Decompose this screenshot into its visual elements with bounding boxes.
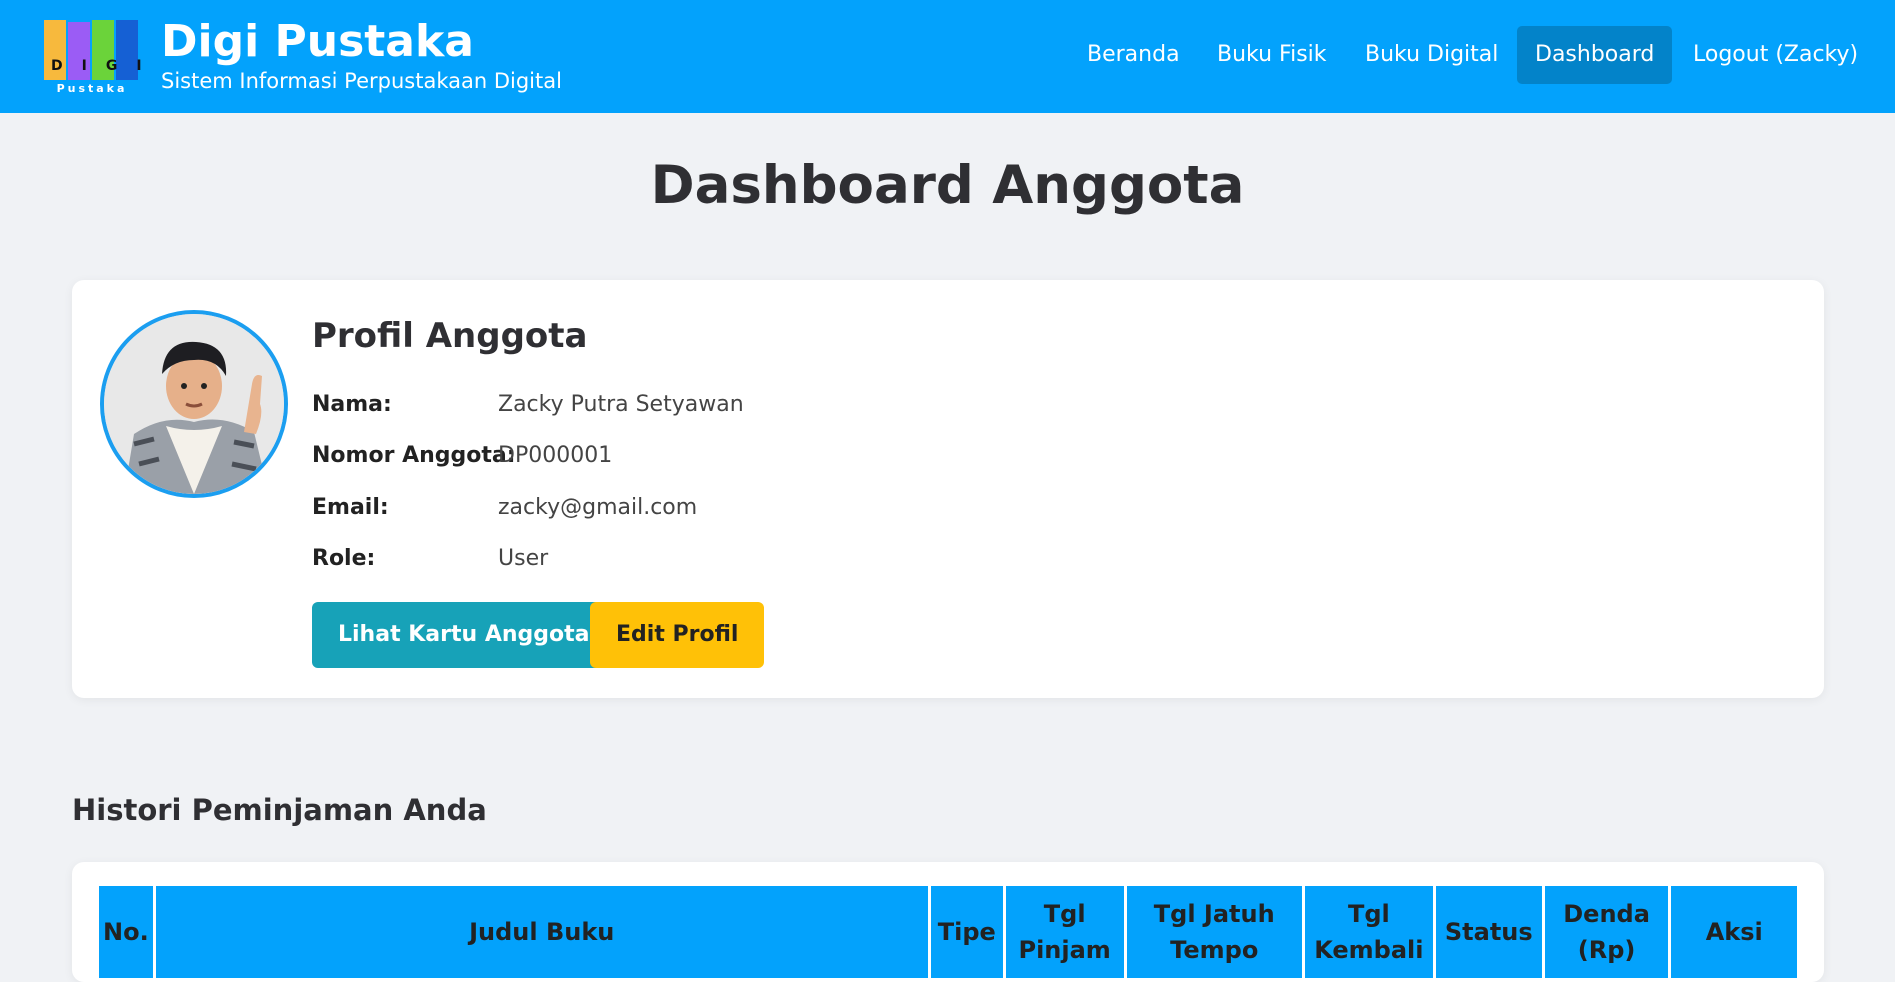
table-header-row: No. Judul Buku Tipe Tgl Pinjam Tgl Jatuh… — [99, 886, 1797, 978]
col-judul-buku: Judul Buku — [155, 886, 928, 978]
logo-text: DIGI — [51, 58, 161, 74]
top-navbar: DIGI Pustaka Digi Pustaka Sistem Informa… — [0, 0, 1895, 113]
member-number-label: Nomor Anggota: — [312, 443, 516, 468]
profile-title: Profil Anggota — [312, 316, 588, 356]
avatar-photo — [104, 314, 284, 494]
history-title: Histori Peminjaman Anda — [72, 793, 487, 827]
nav-beranda[interactable]: Beranda — [1069, 26, 1198, 84]
view-member-card-button[interactable]: Lihat Kartu Anggota — [312, 602, 616, 668]
name-label: Nama: — [312, 392, 392, 417]
col-tgl-pinjam: Tgl Pinjam — [1005, 886, 1124, 978]
nav-buku-digital[interactable]: Buku Digital — [1347, 26, 1516, 84]
edit-profile-button[interactable]: Edit Profil — [590, 602, 765, 668]
name-value: Zacky Putra Setyawan — [498, 392, 744, 417]
page-title: Dashboard Anggota — [650, 155, 1245, 216]
loan-history-table: No. Judul Buku Tipe Tgl Pinjam Tgl Jatuh… — [96, 886, 1800, 978]
history-table-card: No. Judul Buku Tipe Tgl Pinjam Tgl Jatuh… — [72, 862, 1824, 982]
col-no: No. — [99, 886, 153, 978]
role-value: User — [498, 546, 549, 571]
brand-title[interactable]: Digi Pustaka — [161, 17, 474, 66]
nav-dashboard[interactable]: Dashboard — [1517, 26, 1673, 84]
member-avatar — [100, 310, 288, 498]
col-tgl-kembali: Tgl Kembali — [1304, 886, 1433, 978]
nav-logout[interactable]: Logout (Zacky) — [1675, 26, 1876, 84]
col-tgl-jatuh-tempo: Tgl Jatuh Tempo — [1126, 886, 1302, 978]
logo-subtext: Pustaka — [56, 82, 128, 95]
brand-subtitle: Sistem Informasi Perpustakaan Digital — [161, 69, 562, 93]
email-value: zacky@gmail.com — [498, 495, 698, 520]
col-denda: Denda (Rp) — [1544, 886, 1669, 978]
email-label: Email: — [312, 495, 389, 520]
digi-pustaka-logo[interactable]: DIGI Pustaka — [44, 18, 161, 96]
nav-buku-fisik[interactable]: Buku Fisik — [1199, 26, 1345, 84]
member-number-value: DP000001 — [498, 443, 613, 468]
col-aksi: Aksi — [1671, 886, 1797, 978]
role-label: Role: — [312, 546, 376, 571]
profile-card: Profil Anggota Nama: Zacky Putra Setyawa… — [72, 280, 1824, 698]
col-status: Status — [1435, 886, 1542, 978]
col-tipe: Tipe — [930, 886, 1003, 978]
